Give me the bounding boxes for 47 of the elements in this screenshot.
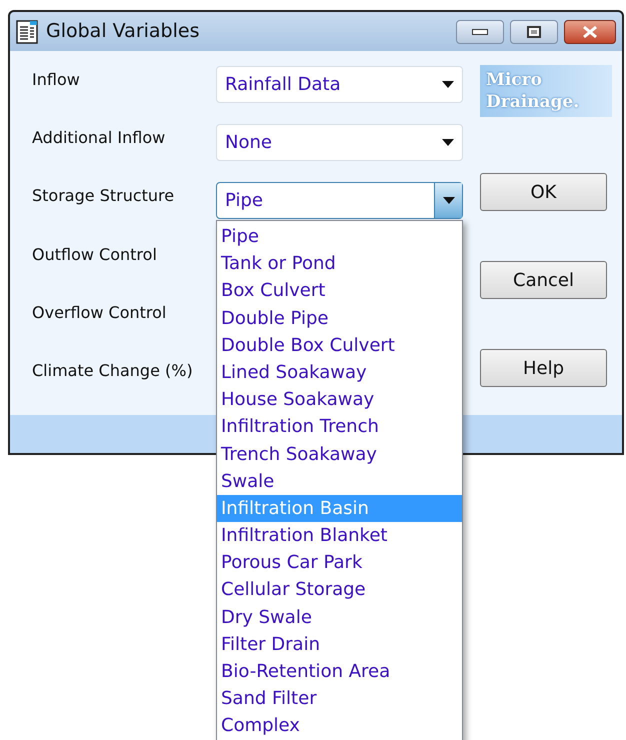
logo-text: Micro bbox=[486, 69, 543, 91]
dropdown-value: Rainfall Data bbox=[224, 73, 342, 97]
caret-icon bbox=[442, 139, 454, 146]
close-icon bbox=[582, 24, 598, 38]
field-label: Outflow Control bbox=[31, 244, 158, 266]
list-option[interactable]: Double Box Culvert bbox=[217, 332, 462, 359]
table-icon bbox=[16, 20, 38, 44]
list-option[interactable]: Pipe bbox=[217, 223, 462, 250]
field-label: Climate Change (%) bbox=[31, 360, 194, 382]
caret-icon bbox=[442, 197, 454, 204]
list-option[interactable]: Infiltration Blanket bbox=[217, 522, 462, 550]
caret-icon bbox=[442, 81, 454, 88]
list-option[interactable]: Swale bbox=[217, 468, 462, 495]
list-option[interactable]: Dry Swale bbox=[217, 604, 462, 631]
maximize-button[interactable] bbox=[510, 20, 558, 44]
dialog-button[interactable]: OK bbox=[480, 173, 607, 211]
list-option[interactable]: Cellular Storage bbox=[217, 576, 462, 604]
field-label: Storage Structure bbox=[31, 185, 176, 208]
list-option[interactable]: Complex bbox=[217, 712, 462, 740]
list-option[interactable]: Sand Filter bbox=[217, 685, 462, 712]
window-title: Global Variables bbox=[46, 19, 200, 44]
dropdown-value: Pipe bbox=[224, 189, 264, 214]
list-option[interactable]: Trench Soakaway bbox=[217, 440, 462, 468]
list-option[interactable]: Double Pipe bbox=[217, 304, 462, 332]
dropdown-field[interactable]: Rainfall Data bbox=[216, 66, 463, 103]
field-label: Overflow Control bbox=[31, 302, 168, 324]
list-option[interactable]: Bio-Retention Area bbox=[217, 658, 462, 686]
list-option[interactable]: Infiltration Trench bbox=[217, 413, 462, 440]
dropdown-arrow-button[interactable] bbox=[434, 183, 462, 218]
list-option[interactable]: Box Culvert bbox=[217, 277, 462, 305]
list-option[interactable]: Filter Drain bbox=[217, 630, 462, 658]
field-label: Inflow bbox=[31, 69, 81, 91]
list-option[interactable]: Porous Car Park bbox=[217, 549, 462, 576]
maximize-icon bbox=[527, 26, 541, 38]
list-option[interactable]: House Soakaway bbox=[217, 386, 462, 414]
minimize-button[interactable] bbox=[456, 20, 504, 44]
dropdown-value: None bbox=[224, 131, 273, 156]
list-option[interactable]: Tank or Pond bbox=[217, 250, 462, 278]
dialog-button[interactable]: Help bbox=[480, 349, 607, 387]
dialog-button[interactable]: Cancel bbox=[480, 261, 607, 299]
field-label: Additional Inflow bbox=[31, 127, 166, 150]
minimize-icon bbox=[472, 28, 488, 34]
dropdown-field[interactable]: Pipe bbox=[216, 182, 463, 220]
list-option[interactable]: Lined Soakaway bbox=[217, 358, 462, 386]
logo-text: Drainage. bbox=[486, 91, 580, 113]
close-button[interactable] bbox=[564, 20, 616, 44]
dropdown-field[interactable]: None bbox=[216, 124, 463, 162]
